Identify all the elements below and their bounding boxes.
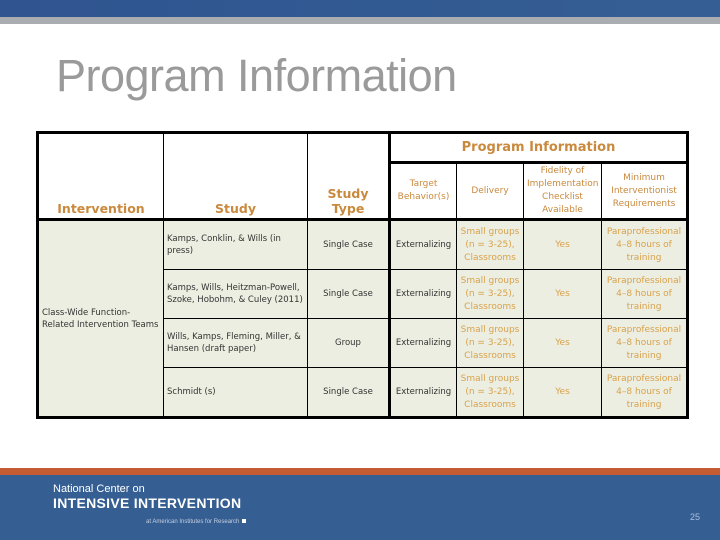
header-program-information: Program Information — [388, 132, 689, 164]
top-stripe — [0, 17, 720, 24]
fidelity-cell: Yes — [523, 318, 602, 368]
study-type-cell: Single Case — [307, 269, 391, 319]
target-cell: Externalizing — [389, 219, 457, 270]
fidelity-cell: Yes — [523, 269, 602, 319]
minimum-cell: Paraprofessional 4–8 hours of training — [600, 318, 689, 368]
header-delivery: Delivery — [456, 162, 524, 221]
footer-org-line1: National Center on — [53, 483, 145, 495]
header-minimum-requirements: Minimum Interventionist Requirements — [600, 162, 689, 221]
header-study-type: Study Type — [307, 132, 391, 221]
slide-title: Program Information — [56, 50, 457, 101]
footer-stripe — [0, 468, 720, 475]
fidelity-cell: Yes — [523, 219, 602, 270]
minimum-cell: Paraprofessional 4–8 hours of training — [600, 219, 689, 270]
square-icon — [242, 519, 247, 524]
target-cell: Externalizing — [389, 367, 457, 418]
study-cell: Schmidt (s) — [163, 367, 308, 418]
table-row: Class-Wide Function-Related Intervention… — [37, 219, 689, 418]
header-fidelity: Fidelity of Implementation Checklist Ava… — [523, 162, 602, 221]
minimum-cell: Paraprofessional 4–8 hours of training — [600, 367, 689, 418]
fidelity-cell: Yes — [523, 367, 602, 418]
study-cell: Kamps, Conklin, & Wills (in press) — [163, 219, 308, 270]
delivery-cell: Small groups (n = 3-25), Classrooms — [456, 219, 524, 270]
header-study: Study — [163, 132, 308, 221]
intervention-name: Class-Wide Function-Related Intervention… — [37, 219, 164, 418]
footer-affiliation-text: at American Institutes for Research — [146, 519, 240, 525]
delivery-cell: Small groups (n = 3-25), Classrooms — [456, 318, 524, 368]
study-cell: Kamps, Wills, Heitzman-Powell, Szoke, Ho… — [163, 269, 308, 319]
target-cell: Externalizing — [389, 318, 457, 368]
study-type-cell: Group — [307, 318, 391, 368]
study-cell: Wills, Kamps, Fleming, Miller, & Hansen … — [163, 318, 308, 368]
delivery-cell: Small groups (n = 3-25), Classrooms — [456, 367, 524, 418]
study-type-cell: Single Case — [307, 219, 391, 270]
header-intervention: Intervention — [37, 132, 164, 221]
study-type-cell: Single Case — [307, 367, 391, 418]
page-number: 25 — [690, 512, 701, 522]
program-table: Intervention Study Study Type Program In… — [36, 131, 690, 419]
target-cell: Externalizing — [389, 269, 457, 319]
delivery-cell: Small groups (n = 3-25), Classrooms — [456, 269, 524, 319]
minimum-cell: Paraprofessional 4–8 hours of training — [600, 269, 689, 319]
top-banner — [0, 0, 720, 17]
footer-org-name: INTENSIVE INTERVENTION — [53, 495, 242, 511]
header-target-behavior: Target Behavior(s) — [389, 162, 457, 221]
footer-affiliation: at American Institutes for Research — [146, 519, 247, 525]
